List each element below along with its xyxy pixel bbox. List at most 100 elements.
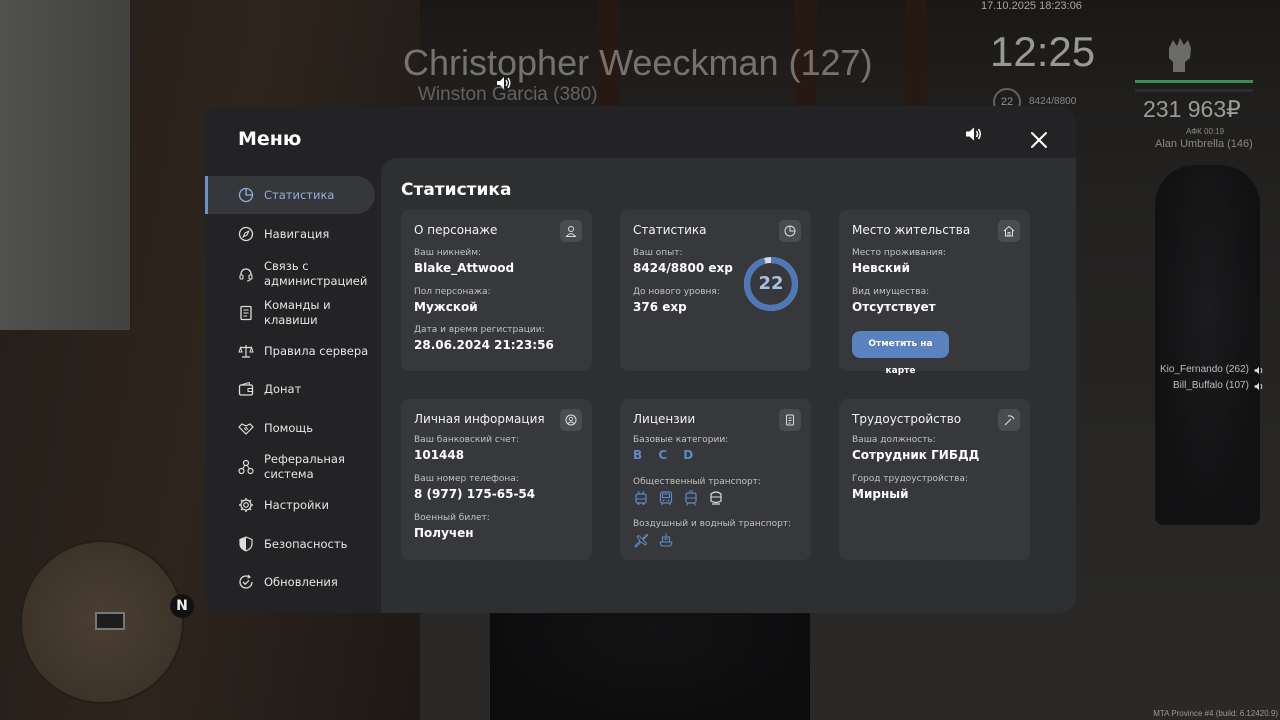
place-value: Невский [852,261,910,275]
speaker-icon [1254,366,1263,374]
sidebar-item-label: Реферальная система [264,452,345,481]
phone-label: Ваш номер телефона: [414,474,519,484]
air-water-label: Воздушный и водный транспорт: [633,519,792,529]
armor-bar [1135,89,1253,92]
content-panel: Статистика О персонаже Ваш никнейм: Blak… [381,158,1076,613]
sidebar-item-label: Правила сервера [264,343,369,358]
sidebar-item-rules[interactable]: Правила сервера [205,332,375,370]
pie-chart-icon [779,220,801,242]
document-icon [237,304,255,322]
close-button[interactable] [1027,128,1051,152]
gender-label: Пол персонажа: [414,287,491,297]
bank-value: 101448 [414,448,465,462]
sidebar-item-security[interactable]: Безопасность [205,525,375,563]
metro-icon [710,491,722,505]
voice-player-row: Kio_Fernando (262) [1160,362,1264,378]
exp-label: Ваш опыт: [633,248,683,258]
sidebar-item-help[interactable]: Помощь [205,409,375,447]
sidebar-item-label: Донат [264,381,302,396]
hud-clock: 12:25 [990,28,1096,75]
speaker-icon [497,77,511,89]
user-icon [560,220,582,242]
sound-toggle-icon[interactable] [965,126,983,142]
voice-player-row: Bill_Buffalo (107) [1160,378,1264,394]
nickname-value: Blake_Attwood [414,261,515,275]
sidebar-item-label: Команды и клавиши [264,298,331,327]
card-title: Место жительства [852,223,971,237]
phone-value: 8 (977) 175-65-54 [414,487,536,501]
military-label: Военный билет: [414,513,490,523]
gear-icon [237,496,255,514]
hud-money: 231 963₽ [1143,96,1241,122]
registered-value: 28.06.2024 21:23:56 [414,338,554,352]
card-residence: Место жительства Место проживания: Невск… [839,210,1030,376]
fist-icon [1169,38,1191,72]
sidebar-item-label: Связь с администрацией [264,259,368,288]
airplane-icon [634,533,649,548]
player-nametag: Christopher Weeckman (127) [403,42,873,83]
gender-value: Мужской [414,300,478,314]
sidebar-item-navigation[interactable]: Навигация [205,215,375,253]
menu-title: Меню [238,128,302,150]
handshake-icon [237,419,255,437]
card-title: Лицензии [633,412,696,426]
house-icon [998,220,1020,242]
pickaxe-icon [998,409,1020,431]
property-value: Отсутствует [852,300,936,314]
hud-datetime: 17.10.2025 18:23:06 [981,0,1082,12]
basic-categories-label: Базовые категории: [633,435,729,445]
mark-on-map-button[interactable]: Отметить на карте [852,331,949,376]
property-label: Вид имущества: [852,287,930,297]
speaker-icon [1254,382,1263,390]
public-transport-label: Общественный транспорт: [633,477,761,487]
scales-icon [237,342,255,360]
sidebar-item-updates[interactable]: Обновления [205,563,375,601]
sidebar-item-label: Безопасность [264,536,348,551]
sidebar-item-admin-contact[interactable]: Связь с администрацией [205,254,375,294]
wallet-icon [237,380,255,398]
exp-value: 8424/8800 exp [633,261,733,275]
sidebar-item-donate[interactable]: Донат [205,370,375,408]
sidebar-item-label: Статистика [264,187,335,202]
bank-label: Ваш банковский счет: [414,435,520,445]
job-city-label: Город трудоустройства: [852,474,968,484]
registered-label: Дата и время регистрации: [414,325,545,335]
card-title: Статистика [633,223,707,237]
card-personal-info: Личная информация Ваш банковский счет: 1… [401,399,592,560]
health-bar [1135,80,1253,83]
card-title: Личная информация [414,412,545,426]
card-title: О персонаже [414,223,498,237]
card-employment: Трудоустройство Ваша должность: Сотрудни… [839,399,1030,560]
air-water-icons [633,532,674,548]
sidebar-item-settings[interactable]: Настройки [205,486,375,524]
sidebar-item-label: Навигация [264,226,330,241]
nickname-label: Ваш никнейм: [414,248,482,258]
next-level-value: 376 exp [633,300,687,314]
level-number: 22 [758,273,784,294]
sidebar-item-referral[interactable]: Реферальная система [205,447,375,487]
compass-icon [237,225,255,243]
card-character: О персонаже Ваш никнейм: Blake_Attwood П… [401,210,592,371]
nearby-player-name: Alan Umbrella (146) [1155,138,1253,150]
card-stats: Статистика Ваш опыт: 8424/8800 exp До но… [620,210,811,371]
voice-player-name: Bill_Buffalo (107) [1172,380,1249,391]
job-city-value: Мирный [852,487,909,501]
id-card-icon [779,409,801,431]
ship-icon [659,533,673,547]
card-title: Трудоустройство [852,412,962,426]
bus-icon [659,491,673,505]
sidebar-item-label: Помощь [264,420,314,435]
hud-afk: АФК 00:19 [1186,127,1225,136]
build-info: MTA Province #4 (build: 6.12420.9) [1153,709,1278,718]
user-circle-icon [560,409,582,431]
sidebar-item-commands[interactable]: Команды и клавиши [205,293,375,333]
pie-chart-icon [237,186,255,204]
sidebar-item-label: Обновления [264,574,338,589]
basic-categories-value: B C D [633,448,700,462]
position-label: Ваша должность: [852,435,936,445]
headset-icon [237,265,255,283]
sidebar-item-statistics[interactable]: Статистика [205,176,375,214]
tram-icon [685,490,697,506]
network-icon [237,458,255,476]
shield-icon [237,535,255,553]
